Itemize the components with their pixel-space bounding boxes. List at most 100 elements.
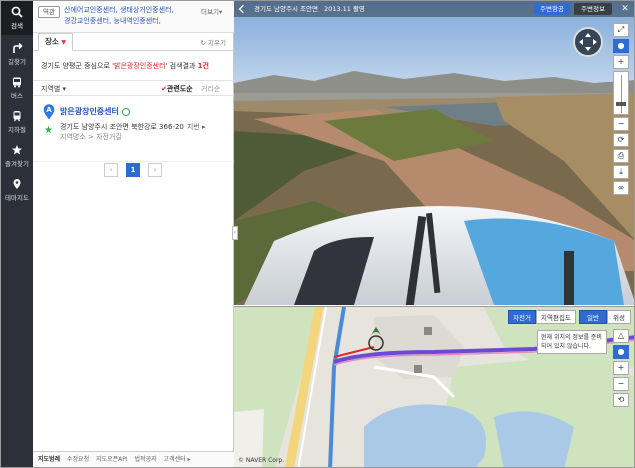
rail-item-theme-map[interactable]: 테마지도 bbox=[1, 173, 33, 207]
close-icon[interactable]: ✕ bbox=[619, 3, 631, 15]
mode-bicycle[interactable]: 자전거 bbox=[508, 310, 536, 324]
sort-relevance-label: 관련도순 bbox=[166, 85, 193, 93]
street-view-controls: ⤢ ● + − ⟳ ⎙ ⤓ ∞ bbox=[613, 23, 629, 197]
search-summary: 경기도 양평군 중심으로 '밝은광장인증센터' 검색결과 1건 bbox=[41, 61, 231, 71]
result-address: 경기도 남양주시 조안면 북한강로 366-20 지번 ▸ bbox=[60, 122, 205, 132]
rail-item-label: 지하철 bbox=[8, 126, 26, 134]
map-pin-icon bbox=[13, 179, 21, 189]
result-pin-icon: A bbox=[43, 104, 55, 120]
footer-link[interactable]: 고객센터 ▸ bbox=[164, 456, 191, 463]
street-view-date: 2013.11 촬영 bbox=[324, 5, 365, 13]
zoom-out-button[interactable]: − bbox=[613, 117, 629, 131]
rail-item-subway[interactable]: 지하철 bbox=[1, 105, 33, 139]
recent-searches: 역관 산에어교인중센터, 생태상거인중센터, 경강교인중센터, 능내역인중센터,… bbox=[33, 1, 234, 33]
tab-place-label: 장소 bbox=[44, 37, 59, 46]
street-mode-icon[interactable]: △ bbox=[613, 329, 629, 343]
map-tooltip: 현재 위치의 정보를 준비되어 있지 않습니다. bbox=[537, 330, 607, 354]
recent-link[interactable]: 생태상거인중센터, bbox=[120, 6, 174, 14]
rail-item-route[interactable]: 길찾기 bbox=[1, 37, 33, 71]
compass-control[interactable] bbox=[573, 27, 603, 57]
summary-prefix: 경기도 양평군 중심으로 ' bbox=[41, 62, 114, 70]
summary-keyword: 밝은광장인증센터 bbox=[114, 62, 166, 70]
zoom-in-button[interactable]: + bbox=[613, 361, 629, 375]
caret-down-icon: ▼ bbox=[61, 39, 67, 46]
pegman-icon[interactable]: ● bbox=[613, 345, 629, 359]
summary-count: 1건 bbox=[197, 62, 209, 70]
result-address-text: 경기도 남양주시 조안면 북한강로 366-20 bbox=[60, 123, 184, 131]
back-arrow-icon[interactable] bbox=[238, 4, 248, 14]
sort-relevance[interactable]: ✔관련도순 bbox=[161, 84, 193, 94]
rail-item-bus[interactable]: 버스 bbox=[1, 71, 33, 105]
search-icon bbox=[11, 6, 23, 18]
lot-number-link[interactable]: 지번 ▸ bbox=[187, 123, 206, 131]
mode-district-map[interactable]: 지역편집도 bbox=[536, 310, 576, 324]
mini-map[interactable]: 자전거 지역편집도 일반 위성 현재 위치의 정보를 준비되어 있지 않습니다.… bbox=[234, 306, 634, 467]
footer-link[interactable]: 법적공지 bbox=[135, 456, 157, 463]
clear-button[interactable]: ↻ 지우기 bbox=[201, 37, 226, 47]
summary-middle: ' 검색결과 bbox=[165, 62, 198, 70]
link-icon[interactable]: ∞ bbox=[613, 181, 629, 195]
list-item[interactable]: A ★ 밝은광장인증센터 경기도 남양주시 조안면 북한강로 366-20 지번 … bbox=[33, 101, 234, 149]
rail-item-search[interactable]: 검색 bbox=[1, 1, 33, 35]
subway-icon bbox=[13, 111, 21, 122]
legend-link[interactable]: 지도범례 bbox=[38, 456, 60, 463]
prev-page-button[interactable]: ‹ bbox=[104, 163, 118, 177]
mode-satellite[interactable]: 위성 bbox=[607, 310, 631, 324]
route-icon bbox=[13, 42, 23, 53]
pagination: ‹ 1 › bbox=[33, 161, 234, 177]
recent-link[interactable]: 경강교인중센터, bbox=[64, 17, 111, 25]
footer-link[interactable]: 지도오픈API bbox=[96, 456, 128, 463]
search-panel: 역관 산에어교인중센터, 생태상거인중센터, 경강교인중센터, 능내역인중센터,… bbox=[33, 1, 234, 467]
fullscreen-icon[interactable]: ⤢ bbox=[613, 23, 629, 37]
refresh-icon: ↻ bbox=[200, 39, 206, 47]
tab-place[interactable]: 장소 ▼ bbox=[38, 33, 73, 51]
zoom-track-line bbox=[621, 75, 622, 113]
download-icon[interactable]: ⤓ bbox=[613, 165, 629, 179]
pegman-icon[interactable]: ● bbox=[613, 39, 629, 53]
rail-item-label: 즐겨찾기 bbox=[5, 160, 29, 168]
bus-icon bbox=[13, 77, 21, 88]
app-window: 검색 길찾기 버스 지하철 즐겨찾기 테마지도 역관 산에어교인중센터, 생태상… bbox=[0, 0, 635, 468]
compass-arrows-icon bbox=[579, 33, 597, 51]
page-1-button[interactable]: 1 bbox=[126, 163, 140, 177]
rail-item-label: 버스 bbox=[11, 92, 23, 100]
recent-tag-button[interactable]: 역관 bbox=[38, 6, 60, 18]
print-icon[interactable]: ⎙ bbox=[613, 149, 629, 163]
zoom-in-button[interactable]: + bbox=[613, 55, 629, 69]
result-category: 지역명소 > 자전거길 bbox=[60, 133, 122, 141]
around-aerial-button[interactable]: 주변항공 bbox=[534, 3, 570, 15]
rail-item-favorites[interactable]: 즐겨찾기 bbox=[1, 139, 33, 173]
street-view[interactable]: 경기도 남양주시 조안면 2013.11 촬영 주변항공 주변정보 ✕ ⤢ ● … bbox=[234, 1, 634, 305]
rail-item-label: 검색 bbox=[11, 22, 23, 30]
panel-footer: 지도범례 수정요청 지도오픈API 법적공지 고객센터 ▸ bbox=[33, 451, 234, 467]
zoom-slider[interactable] bbox=[613, 71, 629, 115]
map-copyright: © NAVER Corp. bbox=[238, 457, 285, 464]
next-page-button[interactable]: › bbox=[148, 163, 162, 177]
rail-item-label: 길찾기 bbox=[8, 58, 26, 66]
left-nav-rail: 검색 길찾기 버스 지하철 즐겨찾기 테마지도 bbox=[1, 1, 33, 467]
refresh-icon[interactable]: ⟲ bbox=[613, 393, 629, 407]
star-icon bbox=[12, 145, 22, 155]
more-button[interactable]: 더보기▾ bbox=[201, 6, 222, 16]
recent-link[interactable]: 능내역인중센터, bbox=[114, 17, 161, 25]
rotate-icon[interactable]: ⟳ bbox=[613, 133, 629, 147]
street-view-location: 경기도 남양주시 조안면 bbox=[254, 5, 318, 13]
result-title-text: 밝은광장인증센터 bbox=[60, 107, 119, 116]
result-tabbar: 장소 ▼ ↻ 지우기 bbox=[33, 33, 234, 51]
recent-link[interactable]: 산에어교인중센터, bbox=[64, 6, 118, 14]
panel-collapse-handle[interactable]: ‹ bbox=[232, 226, 238, 240]
footer-link[interactable]: 수정요청 bbox=[67, 456, 89, 463]
region-filter-select[interactable]: 지역별 ▾ bbox=[41, 84, 66, 94]
recent-links: 산에어교인중센터, 생태상거인중센터, 경강교인중센터, 능내역인중센터, bbox=[64, 5, 199, 27]
rail-item-label: 테마지도 bbox=[5, 194, 29, 202]
clear-label: 지우기 bbox=[208, 39, 226, 47]
sort-distance[interactable]: 거리순 bbox=[201, 84, 220, 94]
mini-map-controls: △ ● + − ⟲ bbox=[613, 329, 629, 409]
mode-normal[interactable]: 일반 bbox=[579, 310, 607, 324]
certified-badge-icon bbox=[121, 107, 130, 116]
zoom-knob[interactable] bbox=[616, 102, 626, 106]
around-info-button[interactable]: 주변정보 bbox=[574, 3, 612, 15]
sort-bar: 지역별 ▾ ✔관련도순 거리순 bbox=[33, 80, 234, 96]
zoom-out-button[interactable]: − bbox=[613, 377, 629, 391]
result-title[interactable]: 밝은광장인증센터 bbox=[60, 106, 130, 117]
